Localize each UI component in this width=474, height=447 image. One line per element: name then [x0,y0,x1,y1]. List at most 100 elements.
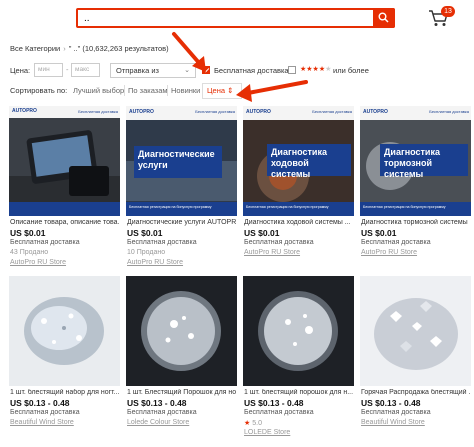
corner-badge: Бесплатная доставка [78,109,118,114]
banner-title: Диагностические услуги [138,149,215,170]
product-price: US $0.13 - 0.48 [361,398,421,408]
product-image[interactable]: AUTOPRO Бесплатная доставка [9,106,120,216]
sort-orders[interactable]: По заказам [128,86,168,95]
product-card[interactable]: AUTOPRO Бесплатная доставка Диагностика … [360,106,471,271]
product-image[interactable] [243,276,354,386]
search-box[interactable] [76,8,395,28]
store-link[interactable]: AutoPro RU Store [244,249,300,256]
store-link[interactable]: AutoPro RU Store [127,259,183,266]
product-price: US $0.01 [361,228,397,238]
product-title[interactable]: Горячая Распродажа блестящий ... [361,389,470,396]
product-card[interactable]: Горячая Распродажа блестящий ... US $0.1… [360,276,471,441]
corner-badge: Бесплатная доставка [312,109,352,114]
product-title[interactable]: 1 шт. блестящий порошок для н... [244,389,353,396]
product-image[interactable]: AUTOPRO Бесплатная доставка Диагностичес… [126,106,237,216]
product-image[interactable]: AUTOPRO Бесплатная доставка Диагностика … [360,106,471,216]
product-image[interactable] [126,276,237,386]
sort-divider [124,85,125,96]
sort-bar: Сортировать по: Лучший выбор По заказам … [10,83,470,99]
product-title[interactable]: 1 шт. Блестящий Порошок для ног... [127,389,236,396]
product-title[interactable]: Диагностика ходовой системы ... [244,219,353,226]
free-shipping-checkbox[interactable] [202,66,210,74]
breadcrumb-query: " .." (10,632,263 результатов) [68,44,169,53]
product-title[interactable]: Описание товара, описание това... [10,219,119,226]
rating-stars-filled: ★★★★ [300,66,326,73]
sort-divider [167,85,168,96]
product-card[interactable]: AUTOPRO Бесплатная доставка Диагностика … [243,106,354,271]
price-dash: - [66,65,69,74]
product-image[interactable]: AUTOPRO Бесплатная доставка Диагностика … [243,106,354,216]
search-input[interactable] [84,11,364,25]
store-link[interactable]: Beautiful Wind Store [10,419,74,426]
product-card[interactable]: AUTOPRO Бесплатная доставка Описание тов… [9,106,120,271]
product-card[interactable]: 1 шт. блестящий набор для ногт... US $0.… [9,276,120,441]
product-shipping: Бесплатная доставка [361,409,431,416]
product-price: US $0.01 [244,228,280,238]
breadcrumb: Все Категории › " .." (10,632,263 результа… [10,44,169,53]
search-button[interactable] [373,8,395,28]
cart-count-badge: 13 [441,6,455,17]
product-price: US $0.13 - 0.48 [10,398,70,408]
product-image[interactable] [9,276,120,386]
product-image[interactable] [360,276,471,386]
rating-value: 5.0 [252,420,263,427]
top-bar: 13 [0,0,474,38]
product-shipping: Бесплатная доставка [127,239,197,246]
brand-logo: AUTOPRO [129,109,154,115]
product-price: US $0.01 [127,228,163,238]
sort-price[interactable]: Цена ⇕ [207,86,233,95]
product-price: US $0.13 - 0.48 [127,398,187,408]
product-price: US $0.01 [10,228,46,238]
product-shipping: Бесплатная доставка [127,409,197,416]
product-title[interactable]: Диагностические услуги AUTOPR... [127,219,236,226]
brand-logo: AUTOPRO [12,108,37,114]
rating-star-empty: ★ [325,66,332,73]
breadcrumb-separator: › [63,44,66,53]
brand-logo: AUTOPRO [246,109,271,115]
breadcrumb-all-categories[interactable]: Все Категории [10,44,60,53]
banner-footer: Бесплатная регистрация на бонусную прогр… [246,205,329,209]
product-card[interactable]: 1 шт. Блестящий Порошок для ног... US $0… [126,276,237,441]
store-link[interactable]: LOLEDE Store [244,429,290,436]
brand-logo: AUTOPRO [363,109,388,115]
cart-button[interactable]: 13 [428,6,455,30]
product-title[interactable]: 1 шт. блестящий набор для ногт... [10,389,119,396]
filter-bar: Цена: мин - макс Отправка из ⌄ Бесплатна… [10,62,470,78]
price-max-input[interactable]: макс [71,63,100,77]
banner-title: Диагностика ходовой системы [271,147,327,179]
corner-badge: Бесплатная доставка [429,109,469,114]
rating-checkbox[interactable] [288,66,296,74]
chevron-down-icon: ⌄ [184,67,190,74]
star-icon: ★ [244,420,251,427]
product-shipping: Бесплатная доставка [10,409,80,416]
ship-from-label: Отправка из [116,66,159,75]
product-card[interactable]: 1 шт. блестящий порошок для н... US $0.1… [243,276,354,441]
product-shipping: Бесплатная доставка [244,409,314,416]
banner-title: Диагностика тормозной системы [384,147,440,179]
product-title[interactable]: Диагностика тормозной системы ... [361,219,470,226]
store-link[interactable]: AutoPro RU Store [10,259,66,266]
store-link[interactable]: AutoPro RU Store [361,249,417,256]
product-rating: ★ 5.0 [244,419,262,427]
banner-footer: Бесплатная регистрация на бонусную прогр… [129,205,212,209]
product-card[interactable]: AUTOPRO Бесплатная доставка Диагностичес… [126,106,237,271]
sort-newest[interactable]: Новинки [171,86,200,95]
rating-stars-icon: ★★★★★ [300,65,331,73]
banner-footer: Бесплатная регистрация на бонусную прогр… [363,205,446,209]
ship-from-select[interactable]: Отправка из ⌄ [110,63,196,78]
store-link[interactable]: Beautiful Wind Store [361,419,425,426]
sort-best-match[interactable]: Лучший выбор [73,86,124,95]
product-price: US $0.13 - 0.48 [244,398,304,408]
product-shipping: Бесплатная доставка [10,239,80,246]
store-link[interactable]: Lolede Colour Store [127,419,189,426]
price-label: Цена: [10,66,31,75]
product-sold: 10 Продано [127,249,166,256]
product-sold: 43 Продано [10,249,49,256]
product-shipping: Бесплатная доставка [361,239,431,246]
sort-label: Сортировать по: [10,86,68,95]
product-shipping: Бесплатная доставка [244,239,314,246]
rating-more-label: или более [333,66,369,75]
search-icon [378,12,389,23]
price-min-input[interactable]: мин [34,63,63,77]
free-shipping-label[interactable]: Бесплатная доставка [214,66,289,75]
